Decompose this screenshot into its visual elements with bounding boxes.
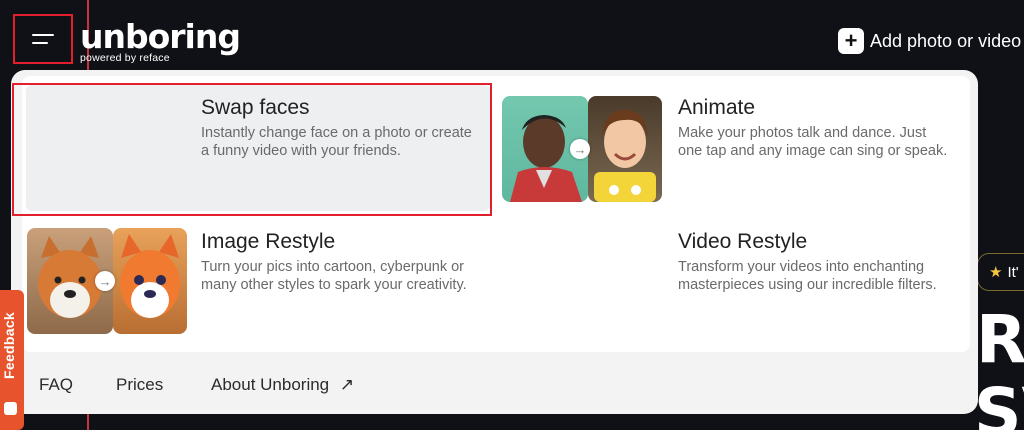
card-description: Turn your pics into cartoon, cyberpunk o… xyxy=(201,259,467,293)
background-headline-2: SV xyxy=(974,374,1024,430)
footer-link-about-unboring[interactable]: About Unboring ↗ xyxy=(211,375,354,395)
card-title: Swap faces xyxy=(201,96,310,119)
card-description: Instantly change face on a photo or crea… xyxy=(201,125,472,159)
card-description: Transform your videos into enchanting ma… xyxy=(678,259,937,293)
image-restyle-thumbnail: → xyxy=(27,228,187,334)
logo[interactable]: unboring powered by reface xyxy=(80,17,241,65)
card-title: Image Restyle xyxy=(201,230,336,253)
footer-link-prices[interactable]: Prices xyxy=(116,375,163,395)
logo-wordmark: unboring xyxy=(80,17,241,56)
star-icon: ★ xyxy=(989,264,1003,281)
arrow-right-icon: → xyxy=(95,271,115,291)
feedback-tab[interactable]: Feedback xyxy=(0,290,24,430)
footer-link-label: About Unboring xyxy=(211,375,330,394)
pill-label: It' xyxy=(1007,263,1019,281)
background-pill[interactable]: ★ It' xyxy=(977,253,1024,291)
hamburger-icon xyxy=(32,34,54,44)
plus-icon: + xyxy=(838,28,864,54)
footer-link-faq[interactable]: FAQ xyxy=(39,375,73,395)
card-description: Make your photos talk and dance. Just on… xyxy=(678,125,948,159)
menu-toggle-button[interactable] xyxy=(13,14,73,64)
card-animate[interactable]: → Animate Make your photos talk and danc… xyxy=(500,85,960,211)
card-image-restyle[interactable]: → Image Restyle Turn your pics into cart… xyxy=(26,219,490,345)
card-title: Video Restyle xyxy=(678,230,808,253)
feedback-icon xyxy=(4,402,17,415)
add-photo-or-video-button[interactable]: + Add photo or video xyxy=(838,28,1021,54)
after-image xyxy=(113,228,187,334)
arrow-right-icon: → xyxy=(570,139,590,159)
card-video-restyle[interactable]: Video Restyle Transform your videos into… xyxy=(500,219,960,345)
navigation-menu-panel: Swap faces Instantly change face on a ph… xyxy=(11,70,978,414)
add-button-label: Add photo or video xyxy=(870,30,1022,51)
card-swap-faces[interactable]: Swap faces Instantly change face on a ph… xyxy=(26,85,490,211)
feature-cards: Swap faces Instantly change face on a ph… xyxy=(22,76,970,352)
arrow-up-right-icon: ↗ xyxy=(339,375,355,394)
card-title: Animate xyxy=(678,96,756,119)
animate-thumbnail: → xyxy=(502,96,662,202)
after-image xyxy=(588,96,662,202)
background-headline-1: R xyxy=(976,301,1024,378)
feedback-label: Feedback xyxy=(1,312,17,379)
